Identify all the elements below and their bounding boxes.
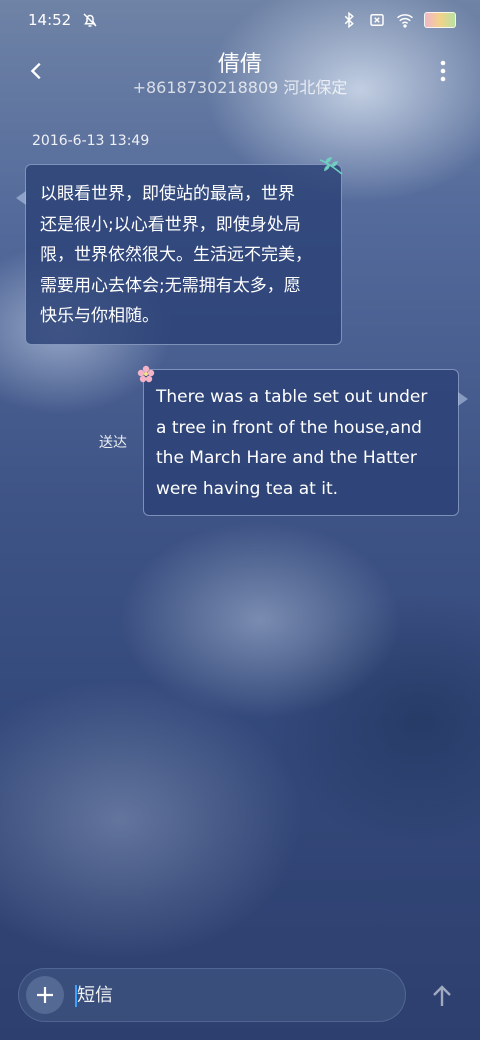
message-line: were having tea at it.	[156, 478, 339, 499]
arrow-up-icon	[433, 985, 451, 1006]
bluetooth-icon	[344, 11, 354, 29]
conversation-header: 倩倩 +8618730218809 河北保定	[0, 44, 480, 97]
message-line: There was a table set out under	[156, 387, 428, 407]
plus-icon	[37, 987, 53, 1003]
alarm-off-icon	[83, 13, 97, 27]
send-button[interactable]	[426, 980, 458, 1012]
delivery-status: 送达	[99, 435, 127, 451]
wifi-icon	[397, 14, 413, 28]
status-bar: 14:52	[0, 0, 480, 40]
sms-input[interactable]	[77, 969, 377, 1021]
add-attachment-button[interactable]	[26, 976, 64, 1014]
flower-decoration-icon	[137, 365, 155, 383]
message-timestamp: 2016-6-13 13:49	[32, 133, 150, 149]
more-vertical-icon	[440, 60, 446, 82]
outgoing-message-bubble[interactable]: There was a table set out under a tree i…	[143, 369, 468, 516]
incoming-message-bubble[interactable]: 以眼看世界，即使站的最高，世界 还是很小;以心看世界，即使身处局 限，世界依然很…	[16, 164, 342, 345]
text-cursor	[75, 985, 77, 1007]
message-line: 需要用心去体会;无需拥有太多，愿	[40, 275, 301, 296]
message-line: the March Hare and the Hatter	[156, 448, 417, 468]
leaf-decoration-icon	[319, 157, 343, 175]
message-line: a tree in front of the house,and	[156, 417, 422, 438]
message-line: 限，世界依然很大。生活远不完美，	[40, 245, 312, 265]
sim-x-icon	[370, 14, 384, 26]
contact-phone-location: +8618730218809 河北保定	[132, 78, 348, 97]
status-left: 14:52	[28, 11, 99, 29]
message-line: 以眼看世界，即使站的最高，世界	[40, 184, 295, 204]
message-line: 还是很小;以心看世界，即使身处局	[40, 214, 301, 235]
battery-icon	[424, 12, 456, 28]
status-right	[340, 11, 456, 29]
more-options-button[interactable]	[428, 56, 458, 86]
message-line: 快乐与你相随。	[40, 306, 159, 326]
clock: 14:52	[28, 11, 72, 29]
